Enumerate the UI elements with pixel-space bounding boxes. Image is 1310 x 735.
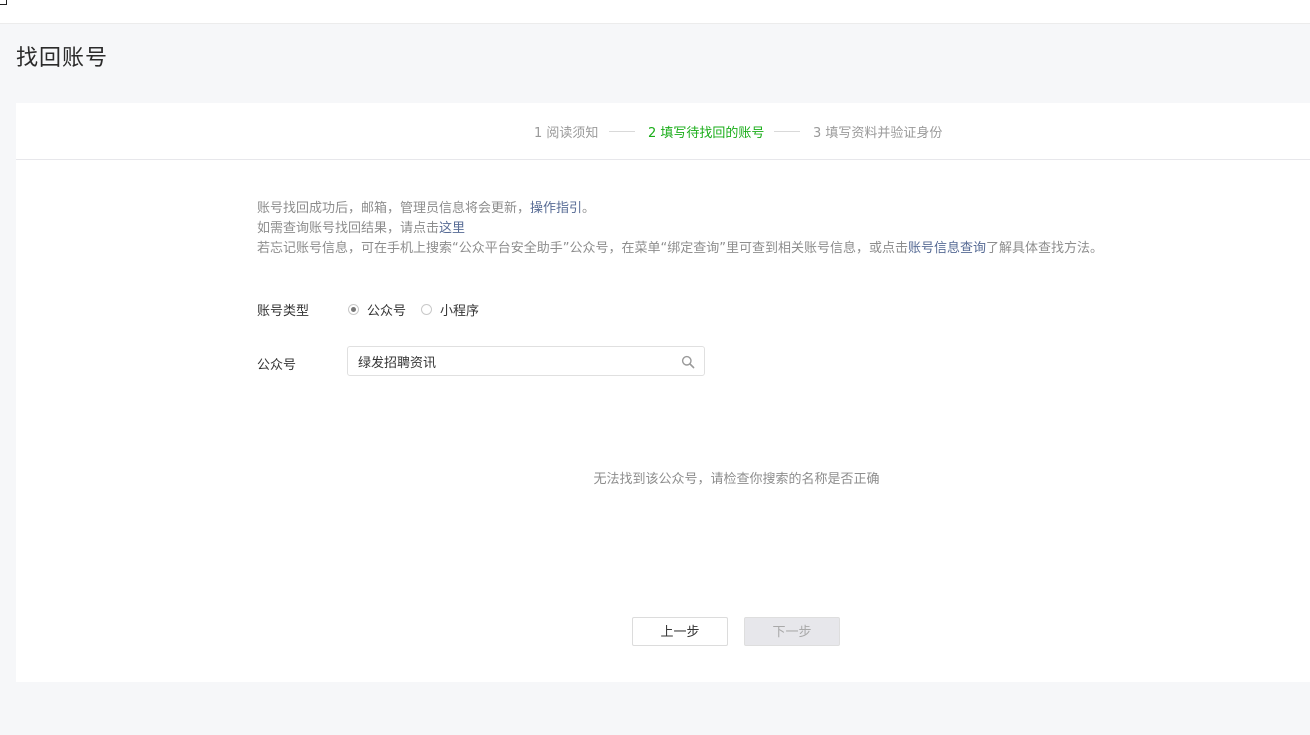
next-step-button[interactable]: 下一步 xyxy=(744,617,840,646)
check-result-link[interactable]: 这里 xyxy=(439,221,465,236)
notice-line-2-text: 如需查询账号找回结果，请点击 xyxy=(257,221,440,236)
account-type-radio-group: 公众号 小程序 xyxy=(348,300,494,319)
page-title: 找回账号 xyxy=(16,46,109,71)
notice-line-1-end: 。 xyxy=(582,201,596,216)
account-info-query-link[interactable]: 账号信息查询 xyxy=(908,241,986,256)
operation-guide-link[interactable]: 操作指引 xyxy=(530,201,582,216)
radio-unchecked-icon[interactable] xyxy=(421,304,433,315)
notice-line-3: 若忘记账号信息，可在手机上搜索“公众平台安全助手”公众号，在菜单“绑定查询”里可… xyxy=(257,239,1103,259)
account-type-label: 账号类型 xyxy=(257,304,310,319)
prev-step-button[interactable]: 上一步 xyxy=(632,617,728,646)
empty-result-message: 无法找到该公众号，请检查你搜索的名称是否正确 xyxy=(593,472,880,487)
step-3-verify-identity: 3 填写资料并验证身份 xyxy=(813,126,943,141)
notice-line-3-end: 了解具体查找方法。 xyxy=(985,241,1103,256)
step-2-fill-account: 2 填写待找回的账号 xyxy=(648,126,765,141)
radio-official-account-label: 公众号 xyxy=(367,304,407,319)
notice-line-1: 账号找回成功后，邮箱，管理员信息将会更新，操作指引。 xyxy=(257,199,1103,219)
radio-official-account[interactable]: 公众号 xyxy=(348,300,406,319)
top-bar xyxy=(0,0,1310,24)
notice-line-3-text: 若忘记账号信息，可在手机上搜索“公众平台安全助手”公众号，在菜单“绑定查询”里可… xyxy=(257,241,908,256)
account-search-input[interactable] xyxy=(358,347,678,375)
radio-checked-icon[interactable] xyxy=(348,304,359,315)
empty-result-container: 无法找到该公众号，请检查你搜索的名称是否正确 xyxy=(16,468,1310,487)
radio-mini-program[interactable]: 小程序 xyxy=(421,300,479,319)
step-divider xyxy=(774,131,800,132)
radio-mini-program-label: 小程序 xyxy=(440,304,480,319)
account-search-box xyxy=(347,346,705,376)
step-divider xyxy=(609,131,635,132)
notice-line-1-text: 账号找回成功后，邮箱，管理员信息将会更新， xyxy=(257,201,531,216)
search-icon[interactable] xyxy=(681,355,695,369)
notice-text: 账号找回成功后，邮箱，管理员信息将会更新，操作指引。 如需查询账号找回结果，请点… xyxy=(257,199,1103,259)
account-label: 公众号 xyxy=(257,358,297,373)
main-card: 1 阅读须知 2 填写待找回的账号 3 填写资料并验证身份 账号找回成功后，邮箱… xyxy=(16,103,1310,682)
corner-icon xyxy=(0,0,7,5)
notice-line-2: 如需查询账号找回结果，请点击这里 xyxy=(257,219,1103,239)
step-1-read-notice: 1 阅读须知 xyxy=(534,126,599,141)
step-indicator: 1 阅读须知 2 填写待找回的账号 3 填写资料并验证身份 xyxy=(16,103,1310,160)
